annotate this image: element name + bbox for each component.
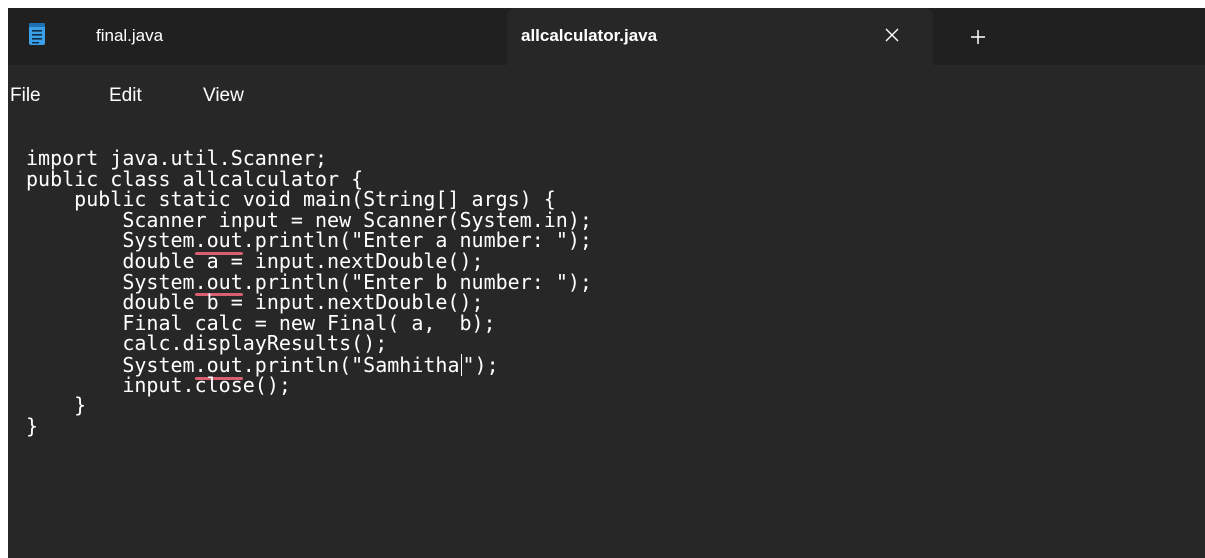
code-line: Final calc = new Final( a, b); xyxy=(26,310,496,335)
code-line: public class allcalculator { xyxy=(26,166,364,191)
code-line: Scanner input = new Scanner(System.in); xyxy=(26,207,592,232)
close-icon xyxy=(885,28,899,42)
code-line: } xyxy=(26,393,87,418)
tab-final-java[interactable]: final.java xyxy=(8,8,506,65)
code-line: import java.util.Scanner; xyxy=(26,146,328,170)
code-content: import java.util.Scanner; public class al… xyxy=(26,148,592,436)
code-line: double b = input.nextDouble(); xyxy=(26,290,484,315)
code-line: System.out.println("Samhitha "); xyxy=(26,352,592,380)
plus-icon xyxy=(971,30,985,44)
code-token: "); xyxy=(462,352,499,377)
menu-bar: File Edit View xyxy=(8,65,1205,125)
code-line: System.out.println("Enter b number: "); xyxy=(26,269,592,296)
tab-label: allcalculator.java xyxy=(521,26,658,45)
new-tab-button[interactable] xyxy=(963,22,993,52)
spelling-error-underline: .out xyxy=(194,228,243,255)
menu-edit[interactable]: Edit xyxy=(109,85,142,107)
code-line: calc.displayResults(); xyxy=(26,331,388,356)
tab-label: final.java xyxy=(96,26,164,45)
code-line: input.close(); xyxy=(26,372,291,397)
text-cursor xyxy=(460,353,462,376)
code-line: System.out.println("Enter a number: "); xyxy=(26,228,592,255)
spelling-error-underline: .out xyxy=(194,269,243,296)
text-editor[interactable]: import java.util.Scanner; public class al… xyxy=(8,125,1205,558)
menu-file[interactable]: File xyxy=(10,85,41,107)
close-tab-button[interactable] xyxy=(877,20,907,50)
menu-view[interactable]: View xyxy=(203,85,244,107)
code-line: double a = input.nextDouble(); xyxy=(26,248,484,273)
notepad-window: final.java allcalculator.java File Edit … xyxy=(8,8,1205,558)
tab-allcalculator-java[interactable]: allcalculator.java xyxy=(507,8,933,65)
tab-bar: final.java allcalculator.java xyxy=(8,8,1205,65)
code-line: } xyxy=(26,413,39,438)
code-line: public static void main(String[] args) { xyxy=(26,187,556,212)
